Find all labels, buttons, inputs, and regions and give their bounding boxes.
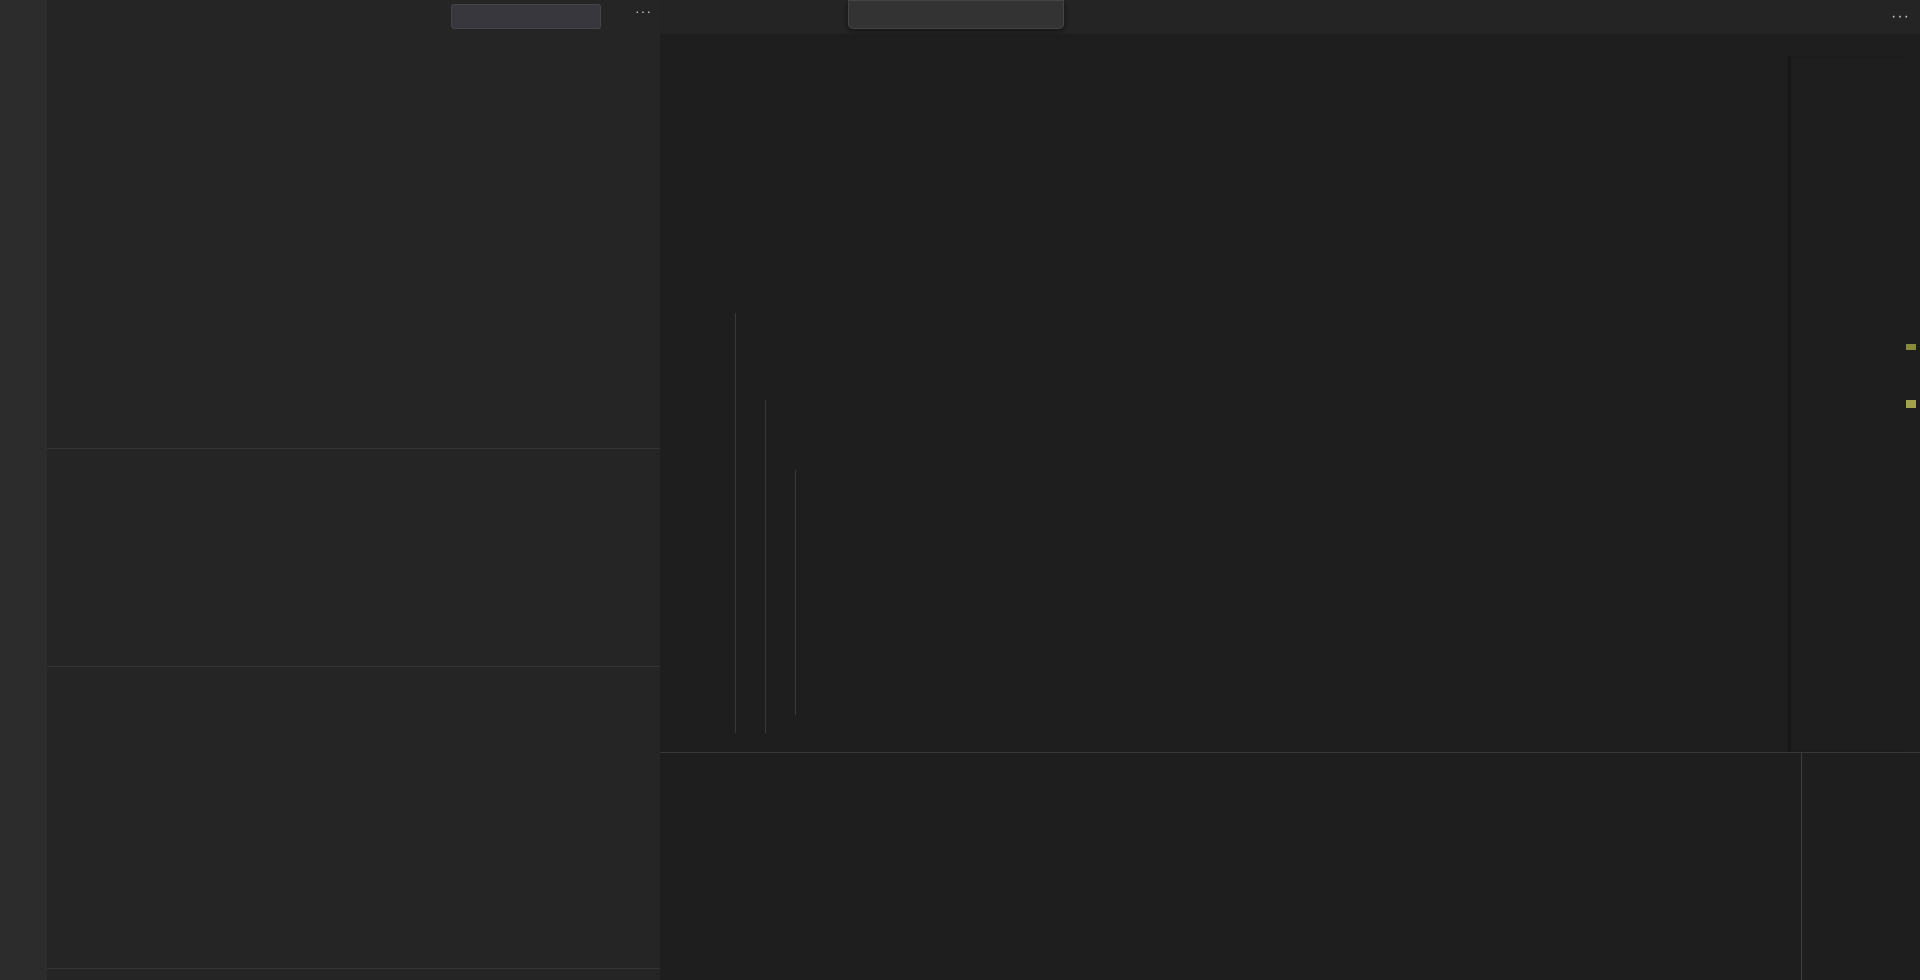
vscode-window: ···: [0, 0, 1920, 980]
launch-config-dropdown[interactable]: [451, 4, 601, 29]
ruler-marker: [1906, 344, 1916, 350]
breadcrumb: [660, 34, 1920, 56]
overview-ruler[interactable]: [1904, 56, 1920, 752]
editor-actions: ···: [1863, 0, 1914, 34]
breakpoints-section-header[interactable]: [47, 968, 660, 980]
ruler-current-line-marker: [1906, 400, 1916, 408]
debug-sidebar: ···: [47, 0, 660, 980]
chevron-down-icon: [67, 62, 77, 72]
bottom-panel: [660, 752, 1920, 980]
chevron-down-icon: [55, 43, 65, 53]
debug-toolbar: [848, 0, 1064, 29]
watch-section-header[interactable]: [47, 448, 660, 472]
activity-bar: [0, 0, 47, 980]
indent-guide: [795, 470, 796, 715]
variables-section-header[interactable]: [47, 36, 660, 60]
scope-local[interactable]: [67, 62, 82, 72]
minimap[interactable]: [1788, 56, 1904, 752]
panel-divider: [1801, 753, 1802, 980]
editor-group: ···: [660, 0, 1920, 980]
call-stack-section-header[interactable]: [47, 666, 660, 690]
chevron-down-icon: [55, 456, 65, 466]
chevron-down-icon: [55, 674, 65, 684]
indent-guide: [765, 400, 766, 733]
variable-row-args[interactable]: [81, 87, 103, 97]
code-editor[interactable]: [660, 56, 1920, 752]
indent-guide: [735, 313, 736, 733]
chevron-down-icon: [55, 976, 65, 980]
chevron-right-icon: [81, 87, 91, 97]
more-actions-icon[interactable]: ···: [635, 3, 652, 19]
editor-more-icon[interactable]: ···: [1891, 8, 1910, 26]
